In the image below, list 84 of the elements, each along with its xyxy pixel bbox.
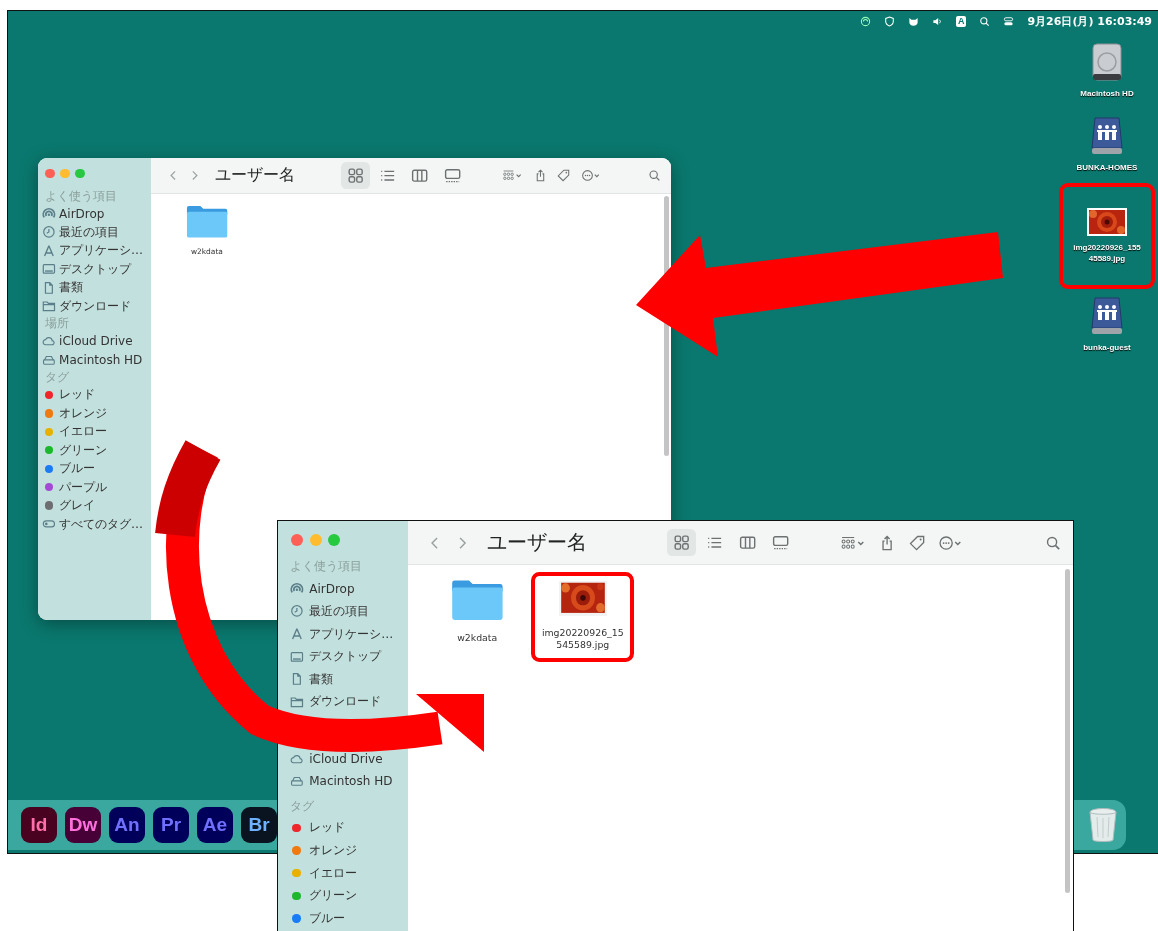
sidebar-item[interactable]: デスクトップ xyxy=(287,648,398,665)
menu-bar-clock[interactable]: 9月26日(月) 16:03:49 xyxy=(1027,13,1152,29)
gallery-icon xyxy=(443,166,461,184)
sidebar-item[interactable]: オレンジ xyxy=(287,842,398,859)
file-name: img20220926_15 545589.jpg xyxy=(541,626,624,652)
airdrop-icon xyxy=(42,206,57,221)
sidebar-item[interactable]: Macintosh HD xyxy=(42,352,147,367)
folder-icon xyxy=(42,299,57,313)
folder-icon[interactable] xyxy=(185,204,229,239)
sidebar-item[interactable]: グリーン xyxy=(42,443,147,458)
sidebar-item[interactable]: ダウンロード xyxy=(287,693,398,711)
app-icon[interactable]: An xyxy=(109,807,145,843)
desktop-icon-label: bunka-guest xyxy=(1083,341,1131,353)
monitor-icon xyxy=(42,262,57,276)
window-title: ユーザー名 xyxy=(214,164,295,186)
group-icon[interactable] xyxy=(502,168,524,182)
file-name: w2kdata xyxy=(457,632,498,645)
view-mode-button[interactable] xyxy=(340,161,371,189)
view-mode-button[interactable] xyxy=(667,529,697,556)
scrollbar[interactable] xyxy=(664,196,669,456)
sidebar-item[interactable]: パープル xyxy=(42,480,147,495)
sidebar-heading: タグ xyxy=(290,798,315,815)
tag-icon[interactable] xyxy=(908,534,925,551)
apps-icon xyxy=(290,627,304,641)
document-icon xyxy=(290,672,304,687)
app-icon[interactable]: Br xyxy=(241,807,277,843)
sidebar-item[interactable]: アプリケーシ… xyxy=(42,243,147,258)
swirl-icon[interactable] xyxy=(859,15,871,27)
sidebar-item[interactable]: デスクトップ xyxy=(42,261,147,277)
input-source-indicator[interactable]: A xyxy=(955,15,967,27)
trash-icon[interactable] xyxy=(1088,807,1118,843)
folder-icon xyxy=(290,695,304,709)
sidebar-item[interactable]: グリーン xyxy=(287,887,398,904)
sidebar-item[interactable]: 書類 xyxy=(42,280,147,295)
grid-icon xyxy=(673,533,691,552)
sidebar-item[interactable]: オレンジ xyxy=(42,406,147,421)
group-icon[interactable] xyxy=(839,534,866,551)
sidebar-item[interactable]: すべてのタグ… xyxy=(42,516,147,532)
sidebar-item[interactable]: 最近の項目 xyxy=(287,603,398,620)
search-icon[interactable] xyxy=(648,168,662,182)
window-title: ユーザー名 xyxy=(486,530,587,557)
sidebar-item[interactable]: イエロー xyxy=(287,865,398,882)
tag-icon[interactable] xyxy=(557,168,571,182)
apps-icon xyxy=(42,243,57,258)
sidebar-item[interactable]: グレイ xyxy=(42,498,147,513)
sidebar-item[interactable]: ブルー xyxy=(287,910,398,927)
monitor-icon xyxy=(290,649,304,664)
app-icon[interactable]: Id xyxy=(21,807,57,843)
sidebar-item[interactable]: レッド xyxy=(287,819,398,836)
sidebar-item[interactable]: ブルー xyxy=(42,461,147,476)
airdrop-icon xyxy=(290,581,304,596)
sidebar-item[interactable]: 書類 xyxy=(287,671,398,688)
search-icon[interactable] xyxy=(1044,534,1061,551)
sidebar-item[interactable]: AirDrop xyxy=(287,580,398,597)
shield-icon[interactable] xyxy=(883,15,895,27)
desktop-icon-label: Macintosh HD xyxy=(1080,87,1134,99)
cat-icon[interactable] xyxy=(907,15,919,27)
app-icon[interactable]: Dw xyxy=(65,807,101,843)
desktop-icon-label: img20220926_155 45589.jpg xyxy=(1073,242,1141,264)
share-icon[interactable] xyxy=(534,168,547,182)
app-icon[interactable]: Ae xyxy=(197,807,233,843)
toggles-icon[interactable] xyxy=(1003,15,1015,27)
grid-icon xyxy=(346,166,365,184)
sidebar-item[interactable]: 最近の項目 xyxy=(42,225,147,240)
sidebar-item[interactable]: イエロー xyxy=(42,424,147,440)
search-icon[interactable] xyxy=(979,15,991,27)
sidebar-heading: 場所 xyxy=(44,316,70,332)
clock-icon xyxy=(42,225,57,240)
sidebar-item[interactable]: AirDrop xyxy=(42,206,147,221)
sidebar-item[interactable]: アプリケーシ… xyxy=(287,625,398,643)
app-icon[interactable]: Pr xyxy=(153,807,189,843)
gallery-icon xyxy=(771,533,790,552)
sidebar-item[interactable]: レッド xyxy=(42,387,147,403)
sidebar-item[interactable]: iCloud Drive xyxy=(287,750,398,767)
tags-icon xyxy=(42,517,57,531)
scrollbar[interactable] xyxy=(1064,568,1070,893)
sidebar-item[interactable]: Macintosh HD xyxy=(287,773,398,790)
drive-icon xyxy=(290,774,304,789)
sidebar-item[interactable]: iCloud Drive xyxy=(42,334,147,349)
sidebar-item[interactable]: ダウンロード xyxy=(42,298,147,314)
desktop-icon-label: BUNKA-HOMES xyxy=(1076,161,1138,173)
folder-icon[interactable] xyxy=(450,578,504,622)
sidebar-heading: タグ xyxy=(44,370,70,386)
clock-icon xyxy=(290,604,304,619)
